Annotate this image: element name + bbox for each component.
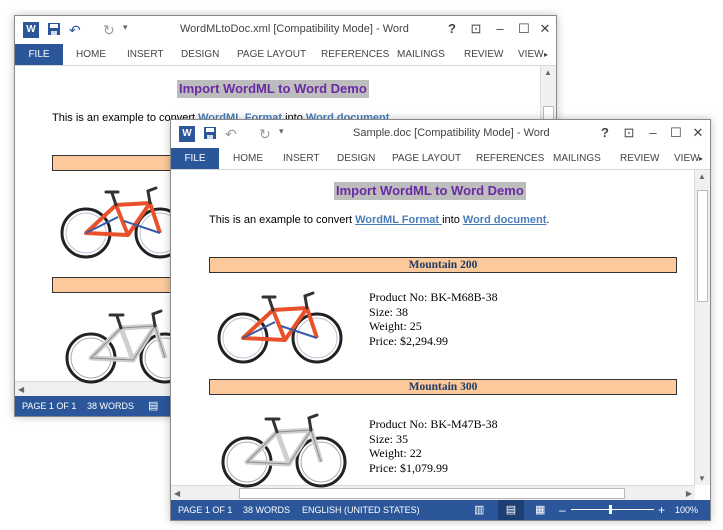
- scroll-up-icon[interactable]: ▲: [698, 172, 706, 181]
- product-specs: Product No: BK-M68B-38 Size: 38 Weight: …: [369, 290, 498, 348]
- ribbon-scroll-right-icon[interactable]: ▸: [544, 44, 548, 65]
- help-icon[interactable]: ?: [441, 19, 463, 39]
- proofing-icon[interactable]: ▤: [148, 399, 158, 412]
- tab-page-layout[interactable]: PAGE LAYOUT: [237, 44, 306, 65]
- zoom-in-icon[interactable]: +: [658, 503, 665, 517]
- scroll-left-icon[interactable]: ◀: [18, 385, 24, 394]
- product-size: Size: 38: [369, 304, 408, 319]
- tab-mailings[interactable]: MAILINGS: [553, 148, 601, 169]
- intro-suffix: .: [546, 214, 550, 226]
- product-weight: Weight: 22: [369, 446, 422, 460]
- back-title-bar: W ↶ ↻ ▾ WordMLtoDoc.xml [Compatibility M…: [15, 16, 556, 44]
- redo-icon[interactable]: ↻: [259, 126, 275, 142]
- product-weight: Weight: 25: [369, 319, 422, 333]
- bike-image: [60, 186, 186, 259]
- close-icon[interactable]: ✕: [534, 19, 556, 39]
- tab-file[interactable]: FILE: [15, 44, 63, 65]
- bike-image: [219, 410, 349, 490]
- product-name: Mountain 200: [209, 257, 677, 273]
- tab-insert[interactable]: INSERT: [127, 44, 164, 65]
- tab-design[interactable]: DESIGN: [337, 148, 375, 169]
- product-name: Mountain 300: [209, 379, 677, 395]
- doc-title: Import WordML to Word Demo: [177, 80, 369, 98]
- close-icon[interactable]: ✕: [687, 123, 709, 143]
- tab-review[interactable]: REVIEW: [464, 44, 503, 65]
- tab-file[interactable]: FILE: [171, 148, 219, 169]
- page-count[interactable]: PAGE 1 OF 1: [178, 505, 232, 515]
- word-logo-icon[interactable]: W: [23, 22, 39, 38]
- product-price: Price: $1,079.99: [369, 460, 448, 475]
- tab-view[interactable]: VIEW: [518, 44, 544, 65]
- front-status-bar: PAGE 1 OF 1 38 WORDS ENGLISH (UNITED STA…: [171, 500, 710, 520]
- scroll-left-icon[interactable]: ◀: [174, 489, 180, 498]
- scroll-down-icon[interactable]: ▼: [698, 474, 706, 483]
- zoom-out-icon[interactable]: –: [559, 503, 566, 517]
- redo-icon[interactable]: ↻: [103, 22, 119, 38]
- maximize-icon[interactable]: ☐: [513, 19, 535, 39]
- word-count[interactable]: 38 WORDS: [87, 401, 134, 411]
- scroll-thumb[interactable]: [697, 190, 708, 302]
- back-ribbon-tabs: FILE HOME INSERT DESIGN PAGE LAYOUT REFE…: [15, 44, 556, 66]
- undo-icon[interactable]: ↶: [69, 22, 85, 38]
- scroll-right-icon[interactable]: ▶: [686, 489, 692, 498]
- read-mode-icon[interactable]: ▥: [474, 503, 484, 516]
- front-ribbon-tabs: FILE HOME INSERT DESIGN PAGE LAYOUT REFE…: [171, 148, 710, 170]
- intro-text: This is an example to convert: [209, 214, 356, 226]
- save-icon[interactable]: [47, 22, 63, 38]
- save-icon[interactable]: [203, 126, 219, 142]
- front-title-bar: W ↶ ↻ ▾ Sample.doc [Compatibility Mode] …: [171, 120, 710, 148]
- intro-mid-text: into: [442, 214, 463, 226]
- window-title: WordMLtoDoc.xml [Compatibility Mode] - W…: [180, 23, 409, 35]
- wordml-format-link[interactable]: WordML Format: [355, 214, 442, 226]
- maximize-icon[interactable]: ☐: [665, 123, 687, 143]
- tab-view[interactable]: VIEW: [674, 148, 700, 169]
- word-logo-icon[interactable]: W: [179, 126, 195, 142]
- customize-icon[interactable]: ▾: [279, 126, 295, 142]
- window-title: Sample.doc [Compatibility Mode] - Word: [353, 127, 550, 139]
- tab-references[interactable]: REFERENCES: [476, 148, 544, 169]
- zoom-slider-thumb[interactable]: [609, 505, 612, 514]
- scroll-up-icon[interactable]: ▲: [544, 68, 552, 77]
- customize-icon[interactable]: ▾: [123, 22, 139, 38]
- word-document-link[interactable]: Word document: [463, 214, 547, 226]
- product-specs: Product No: BK-M47B-38 Size: 35 Weight: …: [369, 417, 498, 475]
- front-word-window: W ↶ ↻ ▾ Sample.doc [Compatibility Mode] …: [170, 119, 711, 521]
- doc-title: Import WordML to Word Demo: [334, 182, 526, 200]
- minimize-icon[interactable]: –: [489, 19, 511, 39]
- tab-design[interactable]: DESIGN: [181, 44, 219, 65]
- tab-page-layout[interactable]: PAGE LAYOUT: [392, 148, 461, 169]
- ribbon-display-icon[interactable]: ⊡: [465, 19, 487, 39]
- print-layout-icon[interactable]: ▤: [498, 500, 524, 520]
- front-vertical-scrollbar[interactable]: ▲ ▼: [694, 170, 710, 485]
- tab-home[interactable]: HOME: [233, 148, 263, 169]
- tab-references[interactable]: REFERENCES: [321, 44, 389, 65]
- product-number: Product No: BK-M47B-38: [369, 417, 498, 431]
- product-price: Price: $2,294.99: [369, 333, 448, 348]
- web-layout-icon[interactable]: ▦: [535, 503, 545, 516]
- product-size: Size: 35: [369, 431, 408, 446]
- minimize-icon[interactable]: –: [642, 123, 664, 143]
- help-icon[interactable]: ?: [594, 123, 616, 143]
- tab-insert[interactable]: INSERT: [283, 148, 320, 169]
- zoom-level[interactable]: 100%: [675, 505, 698, 515]
- page-count[interactable]: PAGE 1 OF 1: [22, 401, 76, 411]
- ribbon-scroll-right-icon[interactable]: ▸: [699, 148, 703, 169]
- product-number: Product No: BK-M68B-38: [369, 290, 498, 304]
- ribbon-display-icon[interactable]: ⊡: [618, 123, 640, 143]
- tab-review[interactable]: REVIEW: [620, 148, 659, 169]
- tab-home[interactable]: HOME: [76, 44, 106, 65]
- bike-image: [217, 291, 343, 364]
- zoom-slider[interactable]: [571, 509, 654, 510]
- language-status[interactable]: ENGLISH (UNITED STATES): [302, 505, 420, 515]
- undo-icon[interactable]: ↶: [225, 126, 241, 142]
- intro-paragraph: This is an example to convert WordML For…: [209, 214, 549, 226]
- word-count[interactable]: 38 WORDS: [243, 505, 290, 515]
- tab-mailings[interactable]: MAILINGS: [397, 44, 445, 65]
